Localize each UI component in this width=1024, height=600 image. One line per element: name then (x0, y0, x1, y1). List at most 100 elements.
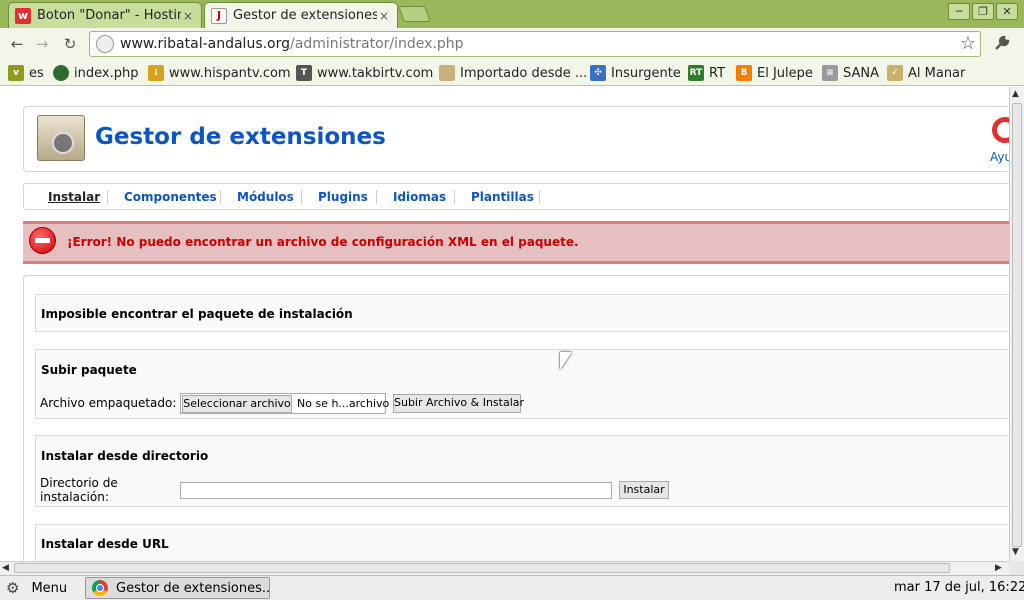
scroll-thumb[interactable] (1012, 103, 1022, 547)
bookmark-label: es (29, 65, 44, 81)
bookmark-item[interactable]: index.php (53, 64, 138, 82)
tab-close-icon[interactable]: × (377, 9, 391, 23)
tab-title: Boton "Donar" - Hosting (37, 8, 181, 23)
reload-icon[interactable]: ↻ (60, 34, 80, 54)
forward-icon[interactable]: → (32, 34, 52, 54)
install-form: Imposible encontrar el paquete de instal… (23, 275, 1009, 561)
help-link[interactable]: Ayu (990, 150, 1009, 164)
bookmark-label: El Julepe (757, 65, 813, 81)
page-viewport: Gestor de extensiones Ayu Instalar Compo… (0, 87, 1009, 561)
bookmark-item[interactable]: ✣ Insurgente (590, 64, 681, 82)
page-title: Gestor de extensiones (95, 124, 386, 150)
bookmark-favicon-icon (439, 65, 455, 81)
bookmark-label: Insurgente (611, 65, 681, 81)
tab-instalar[interactable]: Instalar (48, 190, 100, 204)
error-icon (29, 227, 56, 254)
bookmark-item[interactable]: Importado desde ... (439, 64, 587, 82)
error-text: ¡Error! No puedo encontrar un archivo de… (67, 235, 579, 249)
new-tab-button[interactable] (398, 6, 431, 22)
error-message: ¡Error! No puedo encontrar un archivo de… (23, 221, 1009, 264)
directory-label-line1: Directorio de (40, 476, 118, 490)
tab-close-icon[interactable]: × (181, 9, 195, 23)
clock: mar 17 de jul, 16:22 (894, 580, 1024, 595)
tab-plugins[interactable]: Plugins (318, 190, 368, 204)
directory-input[interactable] (180, 482, 612, 499)
menu-label: Menu (31, 580, 68, 596)
taskbar-window-label: Gestor de extensiones... (116, 580, 270, 596)
bookmark-item[interactable]: B El Julepe (736, 64, 813, 82)
file-status: No se h...archivo (297, 397, 390, 410)
help-lifebuoy-icon[interactable] (992, 117, 1009, 143)
bookmark-item[interactable]: Twww.takbirtv.com (296, 64, 433, 82)
extension-manager-icon (37, 115, 85, 161)
bookmark-favicon-icon: T (296, 65, 312, 81)
file-input[interactable]: Seleccionar archivo No se h...archivo (180, 393, 390, 414)
bookmark-item[interactable]: ≡ SANA (822, 64, 879, 82)
browser-toolbar: ← → ↻ www.ribatal-andalus.org/administra… (0, 28, 1024, 60)
scrollbar-corner (1009, 561, 1024, 575)
status-panel: Imposible encontrar el paquete de instal… (35, 294, 1009, 332)
bookmark-favicon-icon (53, 65, 69, 81)
url-title: Instalar desde URL (41, 537, 169, 551)
choose-file-button[interactable]: Seleccionar archivo (182, 395, 292, 413)
bookmark-label: Importado desde ... (460, 65, 588, 81)
tab-title: Gestor de extensiones : (233, 8, 377, 23)
chrome-icon (92, 580, 108, 596)
upload-panel: Subir paquete Archivo empaquetado: Selec… (35, 349, 1009, 419)
address-bar[interactable]: www.ribatal-andalus.org/administrator/in… (89, 31, 981, 57)
minimize-button[interactable]: ─ (948, 3, 970, 20)
page-header: Gestor de extensiones Ayu (23, 106, 1009, 172)
bookmark-label: SANA (843, 65, 880, 81)
bookmarks-bar: v es index.php ⁞ www.hispantv.com Twww.takbir… (0, 60, 1024, 86)
scroll-down-icon[interactable]: ▼ (1012, 547, 1019, 557)
directory-label-line2: instalación: (40, 490, 109, 504)
joomla-favicon-icon: J (211, 7, 227, 24)
bookmark-favicon-icon: ≡ (822, 65, 838, 81)
directory-title: Instalar desde directorio (41, 449, 209, 463)
bookmark-item[interactable]: RT RT (688, 64, 725, 82)
bookmark-item[interactable]: ✓ Al Manar (887, 64, 965, 82)
horizontal-scrollbar[interactable]: ◀ ▶ (0, 561, 1009, 575)
install-directory-button[interactable]: Instalar (619, 481, 669, 499)
browser-titlebar: w Boton "Donar" - Hosting × J Gestor de … (0, 0, 1024, 28)
back-icon[interactable]: ← (7, 34, 27, 54)
hscroll-thumb[interactable] (14, 563, 950, 573)
wrench-icon[interactable] (992, 34, 1012, 54)
scroll-right-icon[interactable]: ▶ (995, 563, 1002, 573)
vertical-scrollbar[interactable]: ▲ ▼ (1009, 87, 1024, 561)
close-window-button[interactable]: ✕ (996, 3, 1018, 20)
tab-idiomas[interactable]: Idiomas (393, 190, 446, 204)
scroll-up-icon[interactable]: ▲ (1012, 89, 1019, 99)
bookmark-label: www.takbirtv.com (317, 65, 434, 81)
upload-label: Archivo empaquetado: (40, 396, 177, 410)
bookmark-label: RT (709, 65, 726, 81)
bookmark-favicon-icon: RT (688, 65, 704, 81)
gear-icon: ⚙ (6, 579, 20, 597)
bookmark-item[interactable]: ⁞ www.hispantv.com (148, 64, 291, 82)
tab-componentes[interactable]: Componentes (124, 190, 217, 204)
taskbar-window-button[interactable]: Gestor de extensiones... (85, 577, 270, 599)
tab-gestor-extensiones[interactable]: J Gestor de extensiones : × (204, 2, 398, 28)
tab-plantillas[interactable]: Plantillas (471, 190, 534, 204)
system-taskbar: ⚙ Menu Gestor de extensiones... mar 17 d… (0, 575, 1024, 600)
bookmark-label: index.php (74, 65, 139, 81)
bookmark-favicon-icon: ✣ (590, 65, 606, 81)
bookmark-label: Al Manar (908, 65, 966, 81)
menu-button[interactable]: ⚙ Menu (6, 579, 67, 597)
scroll-left-icon[interactable]: ◀ (2, 563, 9, 573)
bookmark-favicon-icon: v (8, 65, 24, 81)
tab-boton-donar[interactable]: w Boton "Donar" - Hosting × (8, 2, 202, 28)
bookmark-star-icon[interactable]: ☆ (960, 33, 976, 54)
address-host: www.ribatal-andalus.org (120, 36, 291, 52)
mouse-cursor-icon (560, 352, 572, 370)
maximize-button[interactable]: ❐ (972, 3, 994, 20)
upload-install-button[interactable]: Subir Archivo & Instalar (393, 394, 524, 413)
tab-favicon-icon: w (15, 7, 31, 24)
tab-modulos[interactable]: Módulos (237, 190, 294, 204)
bookmark-favicon-icon: B (736, 65, 752, 81)
bookmark-item[interactable]: v es (8, 64, 44, 82)
status-title: Imposible encontrar el paquete de instal… (41, 307, 353, 321)
url-panel: Instalar desde URL (35, 524, 1009, 561)
bookmark-favicon-icon: ✓ (887, 65, 903, 81)
directory-panel: Instalar desde directorio Directorio de … (35, 435, 1009, 507)
